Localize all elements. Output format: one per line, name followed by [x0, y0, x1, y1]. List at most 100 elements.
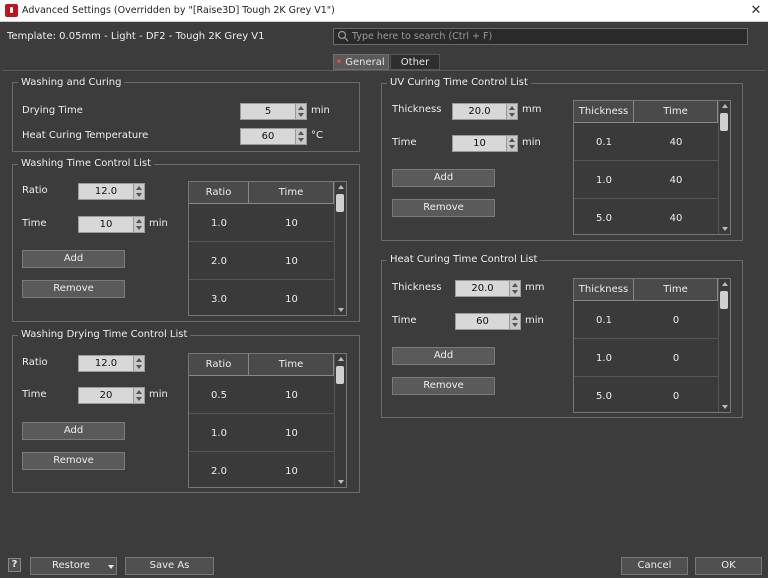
table-cell: 10	[285, 256, 298, 267]
washing-remove-button[interactable]: Remove	[22, 280, 125, 298]
scroll-down-icon[interactable]	[722, 405, 728, 409]
drying-ratio-spinbox[interactable]: 12.0	[78, 355, 145, 372]
column-header[interactable]: Time	[249, 354, 334, 376]
uv-time-spinbox[interactable]: 10	[452, 135, 518, 152]
table-row[interactable]: 1.0 10	[189, 205, 334, 242]
help-button[interactable]: ?	[8, 558, 21, 572]
scroll-thumb[interactable]	[336, 194, 344, 212]
app-logo-icon	[5, 4, 18, 17]
uv-thickness-spinbox[interactable]: 20.0	[452, 103, 518, 120]
table-row[interactable]: 0.1 40	[574, 124, 718, 161]
heat-thickness-value[interactable]: 20.0	[456, 282, 509, 296]
spin-arrows-icon[interactable]	[509, 281, 520, 296]
table-row[interactable]: 0.5 10	[189, 377, 334, 414]
spin-arrows-icon[interactable]	[506, 136, 517, 151]
drying-ratio-value[interactable]: 12.0	[79, 357, 133, 371]
uv-thickness-unit: mm	[522, 104, 542, 115]
drying-time-spinbox2[interactable]: 20	[78, 387, 145, 404]
scroll-down-icon[interactable]	[338, 308, 344, 312]
drying-add-button[interactable]: Add	[22, 422, 125, 440]
uv-time-value[interactable]: 10	[453, 137, 506, 151]
heat-thickness-spinbox[interactable]: 20.0	[455, 280, 521, 297]
tab-general[interactable]: General	[333, 54, 389, 70]
table-scrollbar[interactable]	[334, 182, 346, 315]
table-cell: 2.0	[211, 256, 227, 267]
scroll-up-icon[interactable]	[338, 185, 344, 189]
table-row[interactable]: 1.0 10	[189, 415, 334, 452]
drying-time-value[interactable]: 5	[241, 105, 295, 119]
scroll-up-icon[interactable]	[722, 282, 728, 286]
table-cell: 0.1	[596, 137, 612, 148]
heat-curing-temp-value[interactable]: 60	[241, 130, 295, 144]
washing-time-value[interactable]: 10	[79, 218, 133, 232]
spin-arrows-icon[interactable]	[509, 314, 520, 329]
spin-arrows-icon[interactable]	[133, 356, 144, 371]
washing-time-label: Time	[22, 218, 47, 229]
ok-button[interactable]: OK	[695, 557, 762, 575]
column-header[interactable]: Ratio	[189, 182, 249, 204]
heat-curing-table: Thickness Time 0.1 0 1.0 0 5.0 0	[573, 278, 731, 413]
heat-add-button[interactable]: Add	[392, 347, 495, 365]
table-row[interactable]: 1.0 40	[574, 162, 718, 199]
table-scrollbar[interactable]	[718, 279, 730, 412]
washing-ratio-spinbox[interactable]: 12.0	[78, 183, 145, 200]
table-row[interactable]: 3.0 10	[189, 281, 334, 316]
close-icon[interactable]: ✕	[748, 3, 764, 19]
column-header[interactable]: Ratio	[189, 354, 249, 376]
save-as-button[interactable]: Save As	[125, 557, 214, 575]
heat-curing-temp-spinbox[interactable]: 60	[240, 128, 307, 145]
heat-remove-button[interactable]: Remove	[392, 377, 495, 395]
table-cell: 0	[672, 391, 680, 402]
column-header[interactable]: Time	[634, 101, 718, 123]
uv-thickness-value[interactable]: 20.0	[453, 105, 506, 119]
drying-time-unit: min	[311, 105, 330, 116]
scroll-thumb[interactable]	[720, 113, 728, 131]
restore-dropdown-button[interactable]: Restore	[30, 557, 117, 575]
spin-arrows-icon[interactable]	[295, 104, 306, 119]
drying-remove-button[interactable]: Remove	[22, 452, 125, 470]
spin-arrows-icon[interactable]	[133, 184, 144, 199]
spin-arrows-icon[interactable]	[295, 129, 306, 144]
uv-add-button[interactable]: Add	[392, 169, 495, 187]
table-cell: 5.0	[596, 213, 612, 224]
table-scrollbar[interactable]	[334, 354, 346, 487]
table-row[interactable]: 1.0 0	[574, 340, 718, 377]
table-row[interactable]: 0.1 0	[574, 302, 718, 339]
heat-time-spinbox[interactable]: 60	[455, 313, 521, 330]
heat-time-value[interactable]: 60	[456, 315, 509, 329]
table-cell: 0	[672, 315, 680, 326]
scroll-thumb[interactable]	[336, 366, 344, 384]
heat-time-label: Time	[392, 315, 417, 326]
column-header[interactable]: Time	[634, 279, 718, 301]
heat-thickness-label: Thickness	[392, 282, 442, 293]
scroll-up-icon[interactable]	[722, 104, 728, 108]
table-row[interactable]: 5.0 0	[574, 378, 718, 413]
scroll-down-icon[interactable]	[338, 480, 344, 484]
uv-remove-button[interactable]: Remove	[392, 199, 495, 217]
spin-arrows-icon[interactable]	[133, 388, 144, 403]
column-header[interactable]: Thickness	[574, 101, 634, 123]
table-row[interactable]: 2.0 10	[189, 243, 334, 280]
washing-ratio-value[interactable]: 12.0	[79, 185, 133, 199]
tab-other[interactable]: Other	[390, 54, 440, 70]
scroll-up-icon[interactable]	[338, 357, 344, 361]
table-row[interactable]: 5.0 40	[574, 200, 718, 235]
drying-time-spinbox[interactable]: 5	[240, 103, 307, 120]
washing-time-spinbox[interactable]: 10	[78, 216, 145, 233]
drying-time-value2[interactable]: 20	[79, 389, 133, 403]
search-input[interactable]	[352, 30, 742, 43]
search-box[interactable]	[333, 28, 748, 45]
scroll-thumb[interactable]	[720, 291, 728, 309]
cancel-button[interactable]: Cancel	[621, 557, 688, 575]
column-header[interactable]: Time	[249, 182, 334, 204]
table-cell: 10	[285, 466, 298, 477]
table-scrollbar[interactable]	[718, 101, 730, 234]
column-header[interactable]: Thickness	[574, 279, 634, 301]
table-header: Ratio Time	[189, 182, 334, 204]
spin-arrows-icon[interactable]	[133, 217, 144, 232]
scroll-down-icon[interactable]	[722, 227, 728, 231]
modified-dot-icon	[337, 59, 342, 63]
spin-arrows-icon[interactable]	[506, 104, 517, 119]
washing-add-button[interactable]: Add	[22, 250, 125, 268]
table-row[interactable]: 2.0 10	[189, 453, 334, 488]
